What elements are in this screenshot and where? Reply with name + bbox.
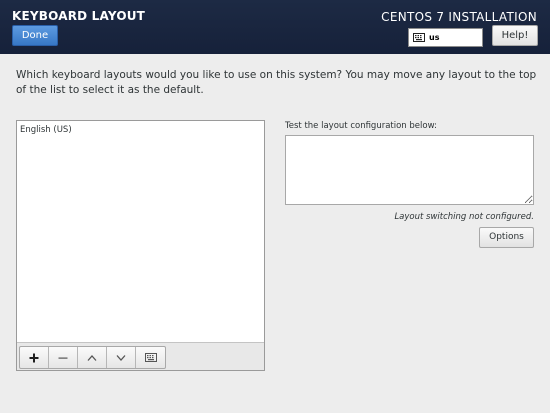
keyboard-preview-icon: [144, 353, 157, 362]
options-button[interactable]: Options: [479, 227, 534, 248]
move-up-icon: [87, 354, 97, 361]
remove-icon: [58, 357, 68, 359]
add-layout-button[interactable]: [20, 347, 49, 368]
list-item[interactable]: English (US): [20, 125, 72, 135]
move-up-button[interactable]: [78, 347, 107, 368]
keyboard-layout-indicator[interactable]: us: [408, 28, 483, 47]
intro-text: Which keyboard layouts would you like to…: [16, 69, 537, 96]
keyboard-icon: [413, 33, 425, 42]
keyboard-layout-code: us: [429, 33, 440, 42]
test-layout-label: Test the layout configuration below:: [285, 121, 437, 131]
preview-layout-button[interactable]: [136, 347, 165, 368]
add-icon: [29, 353, 39, 362]
done-button[interactable]: Done: [12, 25, 58, 46]
move-down-icon: [116, 354, 126, 361]
page-title: KEYBOARD LAYOUT: [12, 9, 146, 23]
header-bar: KEYBOARD LAYOUT Done CENTOS 7 INSTALLATI…: [0, 0, 550, 54]
layout-toolbar-buttons: [19, 346, 166, 369]
layout-toolbar: [17, 342, 264, 370]
remove-layout-button[interactable]: [49, 347, 78, 368]
installer-title: CENTOS 7 INSTALLATION: [381, 10, 537, 24]
layout-list[interactable]: English (US): [16, 120, 265, 371]
layout-switching-note: Layout switching not configured.: [394, 212, 534, 222]
help-button[interactable]: Help!: [492, 25, 538, 46]
move-down-button[interactable]: [107, 347, 136, 368]
test-layout-field[interactable]: [285, 135, 534, 205]
